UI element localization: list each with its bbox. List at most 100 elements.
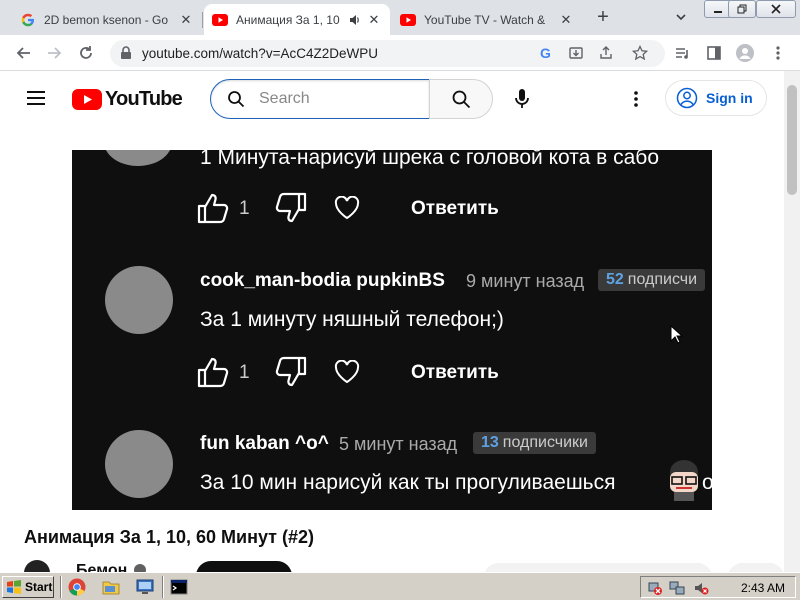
url-text: youtube.com/watch?v=AcC4Z2DeWPU [142, 46, 378, 61]
youtube-masthead: YouTube Sign in [0, 71, 784, 127]
tab-google-search[interactable]: 2D bemon ksenon - Go ✕ [12, 4, 202, 35]
close-icon[interactable]: ✕ [178, 12, 194, 28]
tab-youtube-tv[interactable]: YouTube TV - Watch & ✕ [392, 4, 582, 35]
subscribe-button[interactable] [196, 561, 292, 572]
back-arrow-icon[interactable] [14, 43, 34, 63]
close-icon[interactable]: ✕ [366, 12, 382, 28]
remote-desktop-icon[interactable] [136, 578, 154, 596]
verified-check-icon [134, 564, 146, 572]
comment-body: 1 Минута-нарисуй шрека с головой кота в … [200, 150, 660, 169]
settings-kebab-icon[interactable] [624, 87, 648, 111]
thumbs-up-icon [196, 356, 230, 393]
reload-icon[interactable] [76, 43, 96, 63]
thumbs-up-icon [196, 192, 230, 229]
logo-text: YouTube [105, 88, 183, 110]
youtube-icon [400, 12, 416, 28]
start-label: Start [25, 580, 53, 594]
restore-button[interactable] [728, 0, 756, 18]
like-dislike-pill[interactable] [484, 563, 712, 572]
comment-author: fun kaban ^o^ [200, 433, 329, 454]
account-circle-icon [676, 87, 698, 109]
forward-arrow-icon[interactable] [44, 43, 64, 63]
scrollbar-thumb[interactable] [787, 85, 797, 195]
tab-title: Анимация За 1, 10 [236, 12, 340, 27]
taskbar-divider [162, 576, 164, 598]
tab-strip: 2D bemon ksenon - Go ✕ Анимация За 1, 10… [0, 0, 800, 35]
kebab-menu-icon[interactable] [768, 43, 788, 63]
comment-time: 9 минут назад [466, 271, 585, 291]
like-count: 1 [239, 362, 250, 383]
microphone-icon [515, 89, 529, 108]
subscriber-count: 13 [481, 434, 499, 451]
comment-avatar [105, 266, 173, 334]
sign-in-button[interactable]: Sign in [665, 80, 767, 116]
folder-icon[interactable] [102, 578, 120, 596]
search-box[interactable] [210, 79, 430, 119]
search-input[interactable] [259, 88, 419, 110]
subscriber-label: подписчи [627, 271, 698, 288]
bookmark-star-icon[interactable] [631, 44, 649, 66]
install-icon[interactable] [568, 45, 584, 66]
network-icon[interactable] [669, 580, 685, 596]
speaker-icon[interactable] [348, 13, 362, 27]
subscriber-badge: 52 подписчи [598, 269, 706, 291]
youtube-icon [212, 12, 228, 28]
address-bar[interactable]: youtube.com/watch?v=AcC4Z2DeWPU G [110, 40, 665, 67]
svg-text:G: G [540, 45, 551, 61]
mouse-cursor-icon [670, 324, 684, 350]
lock-icon[interactable] [120, 46, 134, 60]
heart-icon [334, 359, 360, 389]
heart-icon [334, 195, 360, 225]
thumbs-down-icon [274, 192, 308, 229]
voice-search-button[interactable] [504, 81, 540, 117]
comment-author: cook_man-bodia pupkinBS [200, 270, 445, 291]
youtube-logo[interactable]: YouTube [72, 88, 183, 111]
search-button[interactable] [429, 79, 493, 119]
volume-muted-icon[interactable] [693, 580, 709, 596]
character-sticker [664, 458, 704, 502]
subscriber-label: подписчики [502, 434, 588, 451]
command-prompt-icon[interactable] [170, 578, 188, 596]
google-lens-icon[interactable]: G [538, 45, 554, 66]
google-icon [20, 12, 36, 28]
page-scrollbar[interactable] [784, 71, 800, 572]
youtube-play-icon [72, 89, 102, 110]
start-button[interactable]: Start [2, 576, 54, 598]
subscriber-badge: 13 подписчики [473, 432, 596, 454]
windows-logo-icon [7, 580, 21, 594]
network-error-icon[interactable] [647, 580, 663, 596]
hamburger-menu-icon[interactable] [27, 91, 45, 105]
tab-title: 2D bemon ksenon - Go [44, 12, 169, 27]
reply-label: Ответить [411, 198, 499, 219]
channel-row: Бемон [24, 558, 784, 572]
comment-avatar [105, 430, 173, 498]
taskbar-divider [60, 576, 62, 598]
reply-label: Ответить [411, 362, 499, 383]
tab-separator [202, 12, 203, 28]
close-window-button[interactable] [756, 0, 796, 18]
windows-taskbar: Start 2:43 AM [0, 572, 800, 600]
search-icon [227, 90, 245, 108]
thumbs-down-icon [274, 356, 308, 393]
search-icon [452, 90, 471, 109]
video-player[interactable]: 1 Минута-нарисуй шрека с головой кота в … [72, 150, 712, 510]
sign-in-label: Sign in [706, 90, 753, 106]
profile-avatar-icon[interactable] [735, 43, 755, 63]
comment-time: 5 минут назад [339, 434, 458, 454]
share-icon[interactable] [598, 45, 614, 66]
chevron-down-icon[interactable] [674, 10, 688, 24]
tab-title: YouTube TV - Watch & [424, 12, 546, 27]
chrome-icon[interactable] [68, 578, 86, 596]
like-count: 1 [239, 198, 250, 219]
tab-youtube-video[interactable]: Анимация За 1, 10 ✕ [204, 4, 390, 35]
side-panel-icon[interactable] [704, 43, 724, 63]
close-icon[interactable]: ✕ [558, 12, 574, 28]
new-tab-button[interactable]: + [592, 6, 614, 28]
comment-avatar [104, 150, 172, 166]
share-pill[interactable] [728, 563, 784, 572]
channel-avatar[interactable] [24, 560, 50, 572]
channel-name[interactable]: Бемон [76, 562, 127, 572]
video-title: Анимация За 1, 10, 60 Минут (#2) [24, 527, 314, 547]
media-control-icon[interactable] [672, 43, 692, 63]
browser-toolbar: youtube.com/watch?v=AcC4Z2DeWPU G [0, 35, 800, 71]
